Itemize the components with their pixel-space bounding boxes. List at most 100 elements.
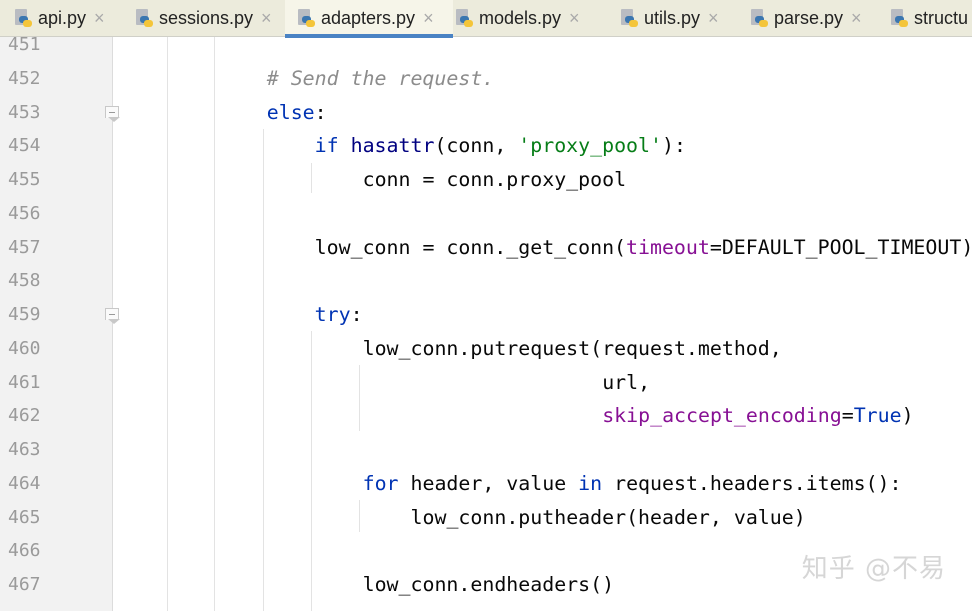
python-file-icon [890, 8, 908, 29]
code-token: hasattr [350, 134, 435, 158]
fold-toggle-icon[interactable] [105, 105, 120, 122]
code-line: 463 [0, 433, 972, 467]
code-token: in [578, 471, 615, 495]
tab-label: sessions.py [159, 8, 254, 28]
line-number: 462 [8, 405, 41, 427]
tab-label: adapters.py [321, 8, 416, 28]
code-token: url, [602, 370, 651, 394]
tab-label: utils.py [644, 8, 701, 28]
code-token: low_conn.endheaders() [362, 573, 615, 596]
code-text: if hasattr(conn, 'proxy_pool'): [315, 129, 686, 163]
watermark: 知乎 @不易 [801, 554, 946, 584]
code-line: 465 low_conn.putheader(header, value) [0, 501, 972, 535]
tab-parse-py[interactable]: parse.py × [750, 0, 862, 37]
code-token: True [853, 404, 902, 428]
line-number: 454 [8, 135, 41, 157]
code-token: 'proxy_pool' [518, 134, 662, 158]
code-line: 461 url, [0, 366, 972, 400]
editor-tab-bar: api.py × sessions.py × adapters.py × models.py… [0, 0, 972, 38]
code-line: 464 for header, value in request.headers.… [0, 467, 972, 501]
code-line: 457 low_conn = conn._get_conn(timeout=DEF… [0, 231, 972, 265]
code-text: url, [602, 366, 650, 400]
tab-structu[interactable]: structu [890, 0, 968, 37]
line-number: 458 [8, 270, 41, 292]
line-number: 457 [8, 236, 41, 258]
close-tab-icon[interactable]: × [94, 8, 105, 29]
code-token: skip_accept_encoding [602, 404, 842, 428]
close-tab-icon[interactable]: × [423, 8, 434, 29]
code-token: if [314, 134, 351, 158]
code-token: else [266, 100, 315, 124]
code-token: ) [901, 404, 914, 428]
code-token: for [362, 471, 411, 495]
code-text: for header, value in request.headers.ite… [363, 467, 902, 501]
fold-toggle-icon[interactable] [105, 308, 120, 324]
code-token: header, value [410, 471, 579, 495]
code-token: timeout [626, 235, 710, 259]
line-number: 464 [8, 472, 41, 494]
code-line: 460 low_conn.putrequest(request.method, [0, 332, 972, 366]
code-text: # Send the request. [267, 62, 495, 96]
close-tab-icon[interactable]: × [261, 8, 272, 29]
code-line: 453 else: [0, 96, 972, 130]
tab-label: structu [914, 8, 969, 28]
code-text: try: [315, 298, 363, 332]
code-line: 454 if hasattr(conn, 'proxy_pool'): [0, 129, 972, 163]
code-token: conn = conn.proxy_pool [362, 168, 627, 191]
python-file-icon [135, 8, 153, 29]
code-token: = [841, 404, 854, 428]
tab-label: models.py [479, 8, 562, 28]
code-line: 462 skip_accept_encoding=True) [0, 399, 972, 433]
code-token: : [350, 303, 363, 326]
python-file-icon [297, 8, 315, 29]
close-tab-icon[interactable]: × [708, 8, 719, 29]
code-text: conn = conn.proxy_pool [363, 163, 626, 197]
code-editor[interactable]: 451 452 # Send the request. 453 else: 454 if h… [0, 37, 972, 611]
line-number: 451 [8, 37, 41, 55]
code-line: 451 [0, 37, 972, 62]
code-token: : [314, 100, 327, 124]
tab-label: parse.py [774, 8, 844, 28]
code-token: =DEFAULT_POOL_TIMEOUT) [709, 235, 972, 259]
code-line: 456 [0, 197, 972, 231]
code-token: ): [661, 134, 686, 158]
line-number: 456 [8, 202, 41, 224]
line-number: 459 [8, 304, 41, 325]
tab-api-py[interactable]: api.py × [14, 0, 105, 37]
code-text: low_conn.endheaders() [363, 568, 614, 602]
python-file-icon [455, 8, 473, 29]
code-token: low_conn.putrequest(request.method, [362, 336, 782, 360]
python-file-icon [14, 8, 32, 29]
tab-sessions-py[interactable]: sessions.py × [135, 0, 272, 37]
code-text: skip_accept_encoding=True) [602, 399, 913, 433]
code-line: 459 try: [0, 298, 972, 332]
code-token: try [314, 303, 351, 326]
code-text: low_conn.putheader(header, value) [411, 501, 806, 535]
line-number: 460 [8, 337, 41, 359]
code-text: low_conn.putrequest(request.method, [363, 332, 782, 366]
code-line: 458 [0, 264, 972, 298]
close-tab-icon[interactable]: × [569, 8, 580, 29]
line-number: 461 [8, 371, 41, 393]
line-number: 452 [8, 67, 41, 89]
line-number: 466 [8, 540, 41, 562]
line-number: 453 [8, 101, 41, 123]
line-number: 463 [8, 439, 41, 460]
code-token: # Send the request. [266, 66, 495, 90]
tab-models-py[interactable]: models.py × [455, 0, 580, 37]
code-token: low_conn = conn._get_conn( [314, 235, 627, 259]
tab-label: api.py [38, 8, 87, 28]
code-line: 452 # Send the request. [0, 62, 972, 96]
tab-utils-py[interactable]: utils.py × [620, 0, 719, 37]
code-token: low_conn.putheader(header, value) [410, 505, 806, 529]
python-file-icon [750, 8, 768, 29]
line-number: 467 [8, 574, 41, 595]
code-line: 455 conn = conn.proxy_pool [0, 163, 972, 197]
code-token: request.headers.items(): [614, 471, 902, 495]
code-text: else: [267, 96, 327, 130]
code-text: low_conn = conn._get_conn(timeout=DEFAUL… [315, 231, 972, 265]
python-file-icon [620, 8, 638, 29]
line-number: 465 [8, 506, 41, 528]
tab-adapters-py[interactable]: adapters.py × [285, 0, 453, 38]
close-tab-icon[interactable]: × [851, 8, 862, 29]
